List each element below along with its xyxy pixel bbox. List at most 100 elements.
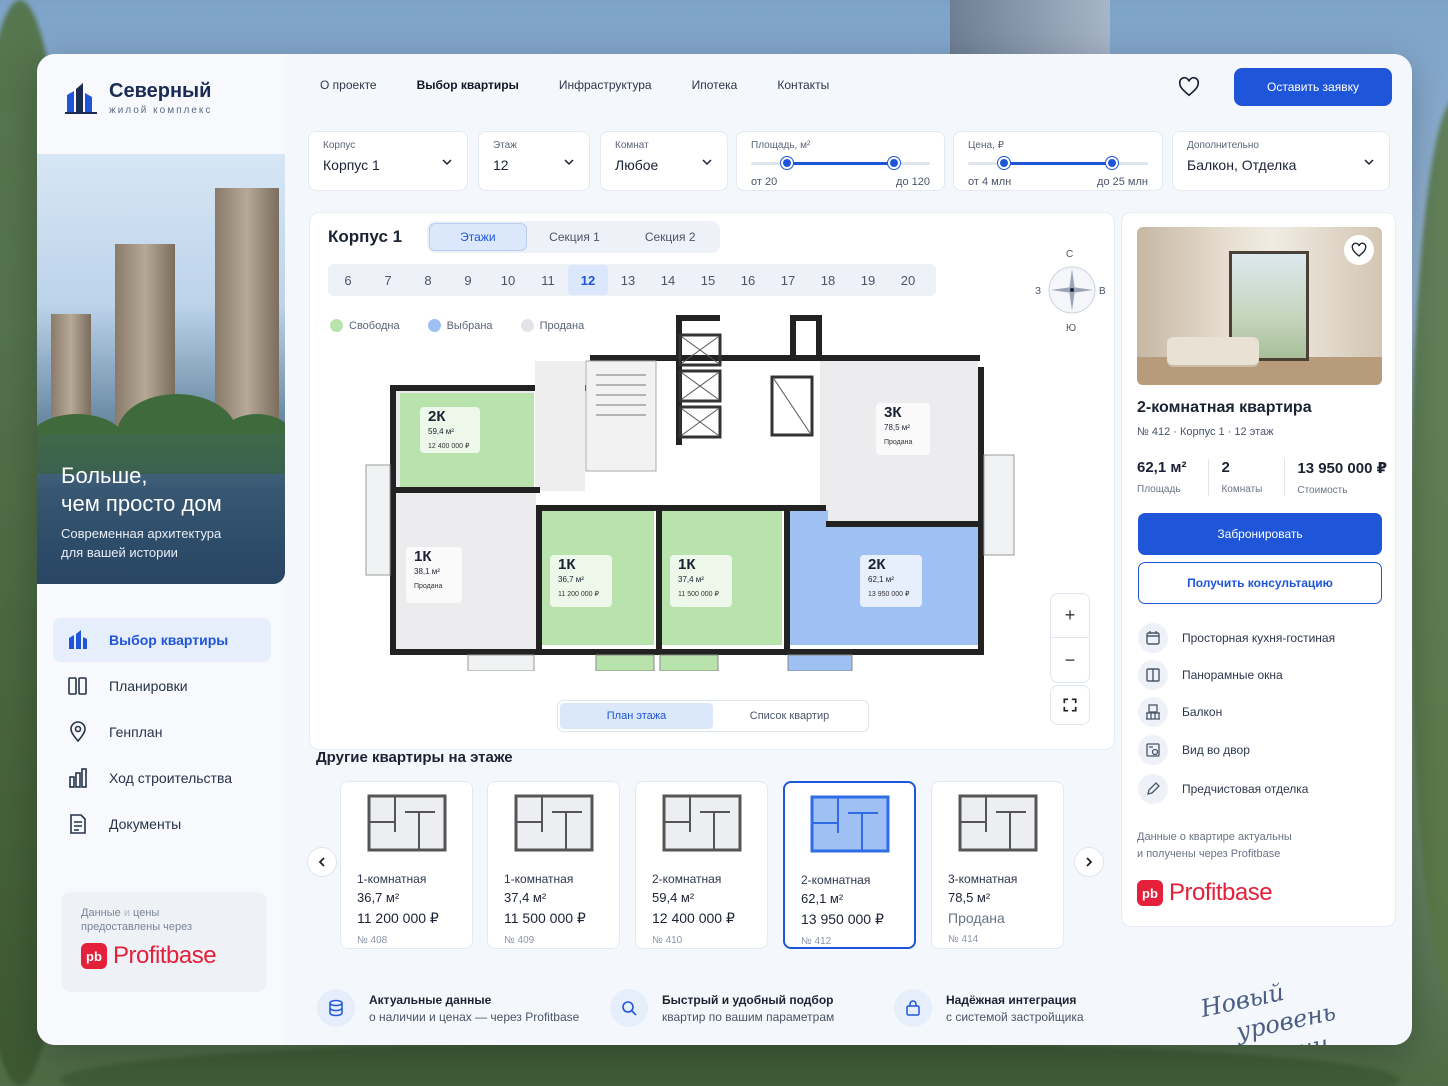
- window-icon: [1146, 668, 1160, 682]
- floor-button[interactable]: 9: [448, 265, 488, 295]
- sidebar-item-construction[interactable]: Ход строительства: [53, 756, 271, 800]
- card-type: 2-комнатная: [652, 872, 722, 886]
- logo[interactable]: Северный жилой комплекс: [65, 80, 212, 116]
- floor-button[interactable]: 15: [688, 265, 728, 295]
- price-range-slider[interactable]: [968, 157, 1148, 169]
- tab-section-2[interactable]: Секция 2: [622, 223, 718, 251]
- sidebar-item-apartment-choice[interactable]: Выбор квартиры: [53, 618, 271, 662]
- card-area: 37,4 м²: [504, 890, 547, 905]
- floor-button[interactable]: 20: [888, 265, 928, 295]
- profitbase-logo[interactable]: pb Profitbase: [81, 942, 247, 970]
- chevron-down-icon: [702, 159, 712, 166]
- apartment-card[interactable]: 1-комнатная 37,4 м² 11 500 000 ₽ № 409: [487, 781, 620, 949]
- floor-button[interactable]: 10: [488, 265, 528, 295]
- area-max-handle[interactable]: [888, 157, 901, 169]
- floor-button[interactable]: 11: [528, 265, 568, 295]
- apartment-label-type: 2К: [868, 556, 886, 573]
- filter-area[interactable]: Площадь, м² от 20 до 120: [736, 131, 945, 191]
- carousel-next-button[interactable]: [1074, 847, 1104, 877]
- apartment-label-price: 11 500 000 ₽: [678, 590, 719, 598]
- area-min-handle[interactable]: [780, 157, 793, 169]
- leave-request-button[interactable]: Оставить заявку: [1234, 68, 1392, 106]
- building-title: Корпус 1: [328, 227, 403, 246]
- floor-button[interactable]: 18: [808, 265, 848, 295]
- apartment-title: 2-комнатная квартира: [1137, 399, 1312, 416]
- apartment-subtitle: № 412 · Корпус 1 · 12 этаж: [1137, 426, 1274, 438]
- apartment-label-type: 1К: [414, 548, 432, 565]
- floor-button[interactable]: 14: [648, 265, 688, 295]
- consultation-button[interactable]: Получить консультацию: [1138, 562, 1382, 604]
- nav-mortgage[interactable]: Ипотека: [692, 78, 738, 92]
- floor-button[interactable]: 13: [608, 265, 648, 295]
- apartment-card[interactable]: 2-комнатная 62,1 м² 13 950 000 ₽ № 412: [783, 781, 916, 949]
- floor-button[interactable]: 16: [728, 265, 768, 295]
- filter-extra[interactable]: Дополнительно Балкон, Отделка: [1172, 131, 1390, 191]
- nav-apartment-choice[interactable]: Выбор квартиры: [417, 78, 519, 92]
- sidebar-item-genplan[interactable]: Генплан: [53, 710, 271, 754]
- apartment-thumb: [948, 782, 1047, 864]
- filter-value: Корпус 1: [323, 157, 380, 173]
- apartment-thumb: [504, 782, 603, 864]
- sidebar-item-label: Планировки: [109, 678, 188, 694]
- floor-button[interactable]: 19: [848, 265, 888, 295]
- stat-label: Стоимость: [1297, 485, 1348, 496]
- filter-floor[interactable]: Этаж 12: [478, 131, 590, 191]
- feature-title: Быстрый и удобный подбор: [662, 992, 834, 1007]
- filter-price[interactable]: Цена, ₽ от 4 млн до 25 млн: [953, 131, 1163, 191]
- favorite-button[interactable]: [1344, 235, 1374, 265]
- stat-label: Комнаты: [1221, 484, 1263, 495]
- filter-rooms[interactable]: Комнат Любое: [600, 131, 728, 191]
- fullscreen-icon[interactable]: [1050, 685, 1090, 725]
- price-min-handle[interactable]: [998, 157, 1010, 169]
- hero-image: Больше, чем просто дом Современная архите…: [37, 154, 285, 584]
- sidebar-item-documents[interactable]: Документы: [53, 802, 271, 846]
- area-range-slider[interactable]: [751, 157, 930, 169]
- area-from: от 20: [751, 176, 778, 188]
- card-type: 1-комнатная: [504, 872, 574, 886]
- view-floor-plan[interactable]: План этажа: [560, 703, 713, 729]
- apartment-card[interactable]: 3-комнатная 78,5 м² Продана № 414: [931, 781, 1064, 949]
- apartment-detail-panel: 2-комнатная квартира № 412 · Корпус 1 · …: [1121, 212, 1396, 927]
- apartment-card[interactable]: 2-комнатная 59,4 м² 12 400 000 ₽ № 410: [635, 781, 768, 949]
- map-pin-icon: [70, 721, 86, 743]
- tab-section-1[interactable]: Секция 1: [527, 223, 623, 251]
- compass-east: В: [1099, 286, 1106, 297]
- floor-selector: 6 7 8 9 10 11 12 13 14 15 16 17 18 19 20: [328, 264, 936, 296]
- floor-button[interactable]: 7: [368, 265, 408, 295]
- slogan: Новыйуровень жизни: [1198, 977, 1339, 1045]
- sidebar-item-layouts[interactable]: Планировки: [53, 664, 271, 708]
- favorites-heart-icon[interactable]: [1178, 76, 1200, 98]
- stat-rooms: 2: [1221, 459, 1230, 476]
- tab-floors[interactable]: Этажи: [429, 223, 527, 251]
- carousel-prev-button[interactable]: [307, 847, 337, 877]
- floor-button[interactable]: 12: [568, 265, 608, 295]
- floor-button[interactable]: 6: [328, 265, 368, 295]
- floor-plan[interactable]: 2К 59,4 м² 12 400 000 ₽ 3К 78,5 м² Продана 1К 3…: [360, 315, 1022, 671]
- book-button[interactable]: Забронировать: [1138, 513, 1382, 555]
- filter-value: Любое: [615, 157, 659, 173]
- profitbase-logo-side[interactable]: pb Profitbase: [1137, 879, 1273, 907]
- feature-actual-data: Актуальные данные о наличии и ценах — чер…: [317, 989, 579, 1027]
- profitbase-note-text: Данные и цены предоставлены через: [81, 907, 193, 933]
- zoom-in-button[interactable]: +: [1051, 594, 1089, 638]
- apartment-label-type: 3К: [884, 404, 902, 421]
- zoom-controls: + −: [1050, 593, 1090, 683]
- apartment-card[interactable]: 1-комнатная 36,7 м² 11 200 000 ₽ № 408: [340, 781, 473, 949]
- nav-about[interactable]: О проекте: [320, 78, 377, 92]
- floorplan-thumb-icon: [367, 794, 446, 852]
- floor-button[interactable]: 17: [768, 265, 808, 295]
- price-max-handle[interactable]: [1106, 157, 1118, 169]
- stat-price: 13 950 000 ₽: [1297, 460, 1388, 477]
- nav-infrastructure[interactable]: Инфраструктура: [559, 78, 652, 92]
- view-toggle: План этажа Список квартир: [557, 700, 869, 732]
- floor-button[interactable]: 8: [408, 265, 448, 295]
- nav-contacts[interactable]: Контакты: [777, 78, 829, 92]
- apartment-photo[interactable]: [1137, 227, 1382, 385]
- filter-korpus[interactable]: Корпус Корпус 1: [308, 131, 468, 191]
- apartment-stats: 62,1 м² Площадь 2 Комнаты 13 950 000 ₽ Стои…: [1137, 459, 1387, 496]
- zoom-out-button[interactable]: −: [1051, 638, 1089, 682]
- view-apartment-list[interactable]: Список квартир: [713, 703, 866, 729]
- card-type: 3-комнатная: [948, 872, 1018, 886]
- card-price: 13 950 000 ₽: [801, 911, 884, 927]
- feature-balcony: Балкон: [1138, 697, 1222, 727]
